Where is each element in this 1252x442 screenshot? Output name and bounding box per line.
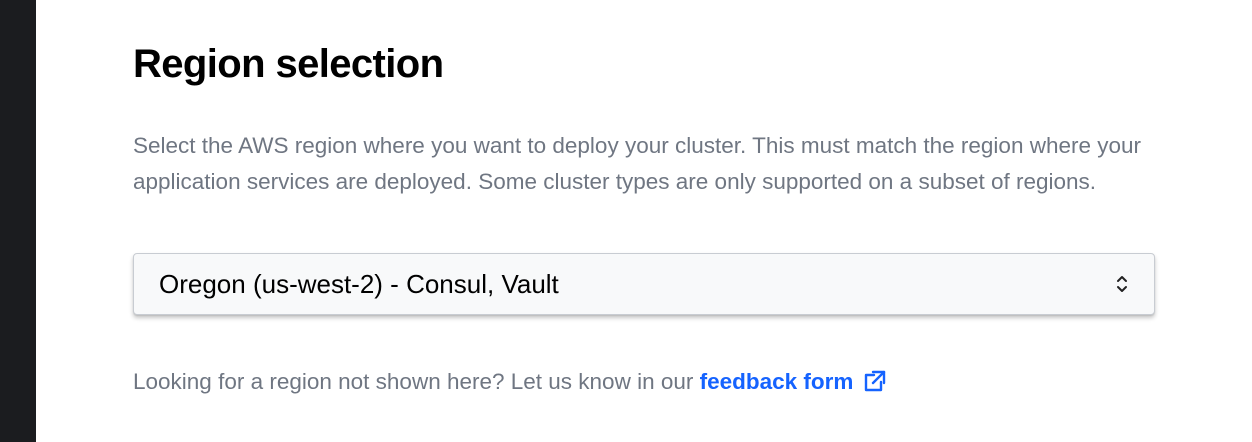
- chevron-up-down-icon: [1117, 276, 1127, 292]
- region-description: Select the AWS region where you want to …: [133, 133, 1142, 194]
- external-link-icon: [865, 370, 886, 392]
- feedback-form-link[interactable]: feedback form: [700, 369, 888, 394]
- selected-region-value: Oregon (us-west-2) - Consul, Vault: [159, 269, 559, 299]
- region-help-prefix: Looking for a region not shown here? Let…: [133, 369, 694, 394]
- region-help-text: Looking for a region not shown here? Let…: [133, 364, 887, 400]
- page-title: Region selection: [133, 42, 444, 86]
- feedback-form-label: feedback form: [699, 369, 854, 394]
- app-sidebar-edge: [0, 0, 36, 442]
- region-select[interactable]: Oregon (us-west-2) - Consul, Vault: [133, 253, 1155, 315]
